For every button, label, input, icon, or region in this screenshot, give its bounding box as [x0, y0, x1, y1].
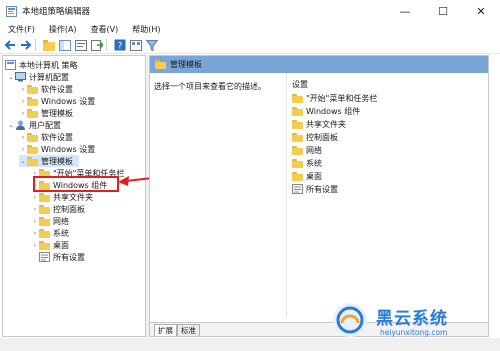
list-item-shared-folders[interactable]: 共享文件夹 — [292, 118, 346, 130]
list-item-control-panel[interactable]: 控制面板 — [292, 131, 338, 143]
watermark-name: 黑云系统 — [376, 309, 448, 329]
list-item-desktop[interactable]: 桌面 — [292, 170, 322, 182]
chevron-right-icon[interactable]: › — [31, 241, 39, 249]
folder-icon — [27, 96, 38, 106]
maximize-button[interactable]: ☐ — [424, 0, 462, 22]
folder-icon — [292, 93, 303, 103]
folder-icon — [27, 144, 38, 154]
tree-item-computer-config[interactable]: ⌄ 计算机配置 — [7, 71, 69, 83]
folder-icon — [155, 60, 166, 69]
tree-item-all-settings[interactable]: 所有设置 — [39, 251, 85, 263]
folder-icon — [27, 156, 38, 166]
tree-item-system[interactable]: › 系统 — [31, 227, 69, 239]
show-hide-tree-icon[interactable] — [58, 39, 71, 52]
folder-icon — [292, 106, 303, 116]
chevron-down-icon[interactable]: ⌄ — [7, 73, 15, 81]
tree-item-control-panel[interactable]: › 控制面板 — [31, 203, 85, 215]
chevron-right-icon[interactable]: › — [19, 85, 27, 93]
settings-list-icon — [292, 184, 303, 194]
menu-help[interactable]: 帮助(H) — [132, 24, 160, 35]
tree-pane: 本地计算机 策略 ⌄ 计算机配置 › 软件设置 › Windows 设置 › 管… — [2, 55, 146, 337]
watermark-url: heiyunxitong.com — [380, 328, 448, 337]
policy-icon — [5, 60, 16, 70]
folder-icon — [27, 132, 38, 142]
list-item-network[interactable]: 网络 — [292, 144, 322, 156]
chevron-down-icon[interactable]: ⌄ — [7, 121, 15, 129]
up-folder-icon[interactable] — [42, 39, 55, 52]
cloud-logo-icon — [333, 303, 367, 337]
description-text: 选择一个项目来查看它的描述。 — [154, 82, 266, 91]
tree-item-software-settings[interactable]: › 软件设置 — [19, 83, 73, 95]
settings-column-header[interactable]: 设置 — [292, 79, 308, 90]
chevron-right-icon[interactable]: › — [31, 193, 39, 201]
menu-view[interactable]: 查看(V) — [91, 24, 119, 35]
menu-bar: 文件(F) 操作(A) 查看(V) 帮助(H) — [0, 22, 500, 37]
tree-item-user-config[interactable]: ⌄ 用户配置 — [7, 119, 61, 131]
chevron-right-icon[interactable]: › — [19, 109, 27, 117]
folder-icon — [292, 132, 303, 142]
user-icon — [16, 120, 25, 130]
chevron-right-icon[interactable]: › — [19, 133, 27, 141]
folder-icon — [292, 119, 303, 129]
folder-icon — [27, 108, 38, 118]
chevron-right-icon[interactable]: › — [19, 97, 27, 105]
view-mode-icon[interactable] — [129, 39, 142, 52]
toolbar: ? — [0, 37, 500, 54]
properties-icon[interactable] — [74, 39, 87, 52]
tree-item-root[interactable]: 本地计算机 策略 — [5, 59, 78, 71]
menu-action[interactable]: 操作(A) — [49, 24, 77, 35]
folder-icon — [39, 204, 50, 214]
folder-icon — [292, 158, 303, 168]
toolbar-separator — [35, 39, 36, 51]
title-bar: 本地组策略编辑器 — ☐ ✕ — [0, 0, 500, 22]
window-title: 本地组策略编辑器 — [22, 7, 91, 17]
tree-item-user-windows-settings[interactable]: › Windows 设置 — [19, 143, 95, 155]
minimize-button[interactable]: — — [386, 0, 424, 22]
back-arrow-icon[interactable] — [3, 39, 16, 52]
tree-item-windows-settings[interactable]: › Windows 设置 — [19, 95, 95, 107]
folder-icon — [27, 84, 38, 94]
folder-icon — [39, 240, 50, 250]
details-pane: 管理模板 选择一个项目来查看它的描述。 设置 "开始"菜单和任务栏 Window… — [149, 55, 489, 337]
settings-list-icon — [39, 252, 50, 262]
tree-item-user-admin-templates[interactable]: ⌄ 管理模板 — [19, 155, 79, 167]
policy-editor-icon — [6, 5, 17, 17]
chevron-right-icon[interactable]: › — [31, 229, 39, 237]
folder-icon — [292, 171, 303, 181]
highlight-box — [33, 176, 119, 192]
list-item-windows-components[interactable]: Windows 组件 — [292, 105, 360, 117]
list-item-all-settings[interactable]: 所有设置 — [292, 183, 338, 195]
svg-text:?: ? — [117, 42, 122, 52]
chevron-right-icon[interactable]: › — [31, 217, 39, 225]
list-item-start-menu-taskbar[interactable]: "开始"菜单和任务栏 — [292, 92, 377, 104]
chevron-right-icon[interactable]: › — [19, 145, 27, 153]
folder-icon — [39, 216, 50, 226]
list-item-system[interactable]: 系统 — [292, 157, 322, 169]
chevron-right-icon[interactable]: › — [31, 205, 39, 213]
column-divider — [286, 73, 287, 318]
tab-standard[interactable]: 标准 — [177, 324, 200, 336]
tab-extended[interactable]: 扩展 — [154, 324, 177, 336]
toolbar-separator — [106, 39, 107, 51]
folder-icon — [292, 145, 303, 155]
tree-item-user-software-settings[interactable]: › 软件设置 — [19, 131, 73, 143]
chevron-down-icon[interactable]: ⌄ — [19, 157, 27, 165]
tree-item-shared-folders[interactable]: › 共享文件夹 — [31, 191, 93, 203]
details-header: 管理模板 — [150, 56, 488, 73]
forward-arrow-icon[interactable] — [19, 39, 32, 52]
tree-item-network[interactable]: › 网络 — [31, 215, 69, 227]
watermark: 黑云系统 heiyunxitong.com — [330, 300, 500, 350]
close-button[interactable]: ✕ — [462, 0, 500, 22]
menu-file[interactable]: 文件(F) — [8, 24, 35, 35]
tree-item-desktop[interactable]: › 桌面 — [31, 239, 69, 251]
folder-icon — [39, 192, 50, 202]
tree-item-admin-templates[interactable]: › 管理模板 — [19, 107, 73, 119]
export-list-icon[interactable] — [90, 39, 103, 52]
computer-icon — [15, 72, 26, 82]
filter-icon[interactable] — [145, 39, 158, 52]
folder-icon — [39, 228, 50, 238]
help-icon[interactable]: ? — [113, 39, 126, 52]
